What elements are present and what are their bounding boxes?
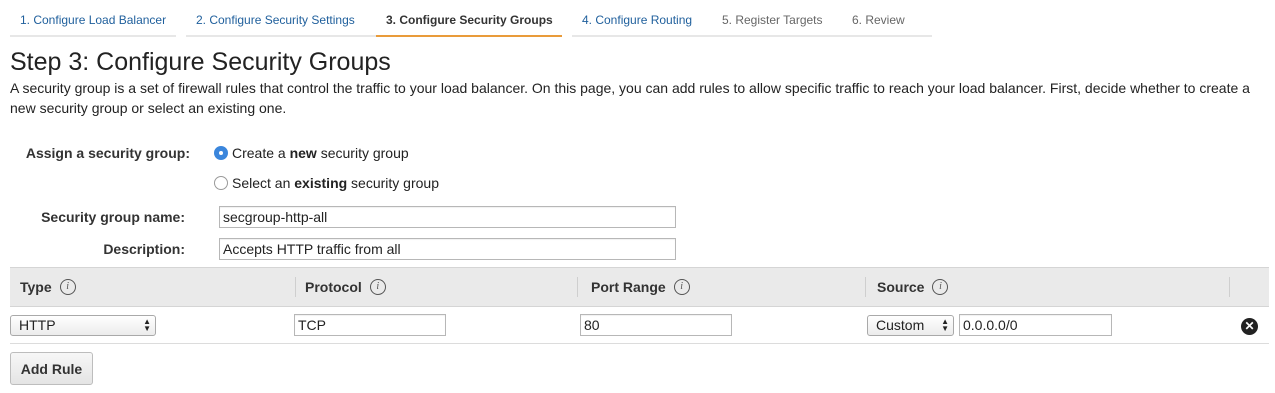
- assign-security-group-label: Assign a security group:: [25, 145, 190, 161]
- header-source-label: Source: [877, 279, 925, 295]
- source-mode-select[interactable]: Custom ▲ ▼: [867, 315, 954, 336]
- header-port-range-label: Port Range: [591, 279, 666, 295]
- info-icon[interactable]: i: [673, 279, 690, 295]
- security-group-name-input[interactable]: [219, 206, 676, 228]
- column-divider: [577, 277, 578, 297]
- rules-table-header: Type i Protocol i Port Range i Source i: [10, 267, 1269, 307]
- column-divider: [295, 277, 296, 297]
- tab-configure-routing[interactable]: 4. Configure Routing: [572, 6, 712, 37]
- radio-existing-bold: existing: [294, 175, 348, 191]
- select-arrows-icon: ▲ ▼: [143, 317, 151, 333]
- info-icon[interactable]: i: [932, 279, 949, 295]
- protocol-input[interactable]: [294, 314, 446, 336]
- header-port-range: Port Range i: [591, 268, 690, 306]
- description-label: Description:: [103, 241, 185, 257]
- description-input[interactable]: [219, 238, 676, 260]
- tab-register-targets: 5. Register Targets: [712, 6, 842, 37]
- row-divider: [10, 343, 1269, 344]
- tab-configure-load-balancer[interactable]: 1. Configure Load Balancer: [10, 6, 176, 37]
- rule-type-select[interactable]: HTTP ▲ ▼: [10, 315, 156, 336]
- source-mode-value: Custom: [876, 317, 925, 333]
- column-divider: [1229, 277, 1230, 297]
- radio-unselected-icon[interactable]: [214, 176, 228, 190]
- source-cidr-input[interactable]: [959, 314, 1112, 336]
- remove-rule-icon[interactable]: ✕: [1241, 318, 1258, 335]
- rule-type-value: HTTP: [19, 317, 56, 333]
- tab-configure-security-settings[interactable]: 2. Configure Security Settings: [186, 6, 376, 37]
- header-protocol: Protocol i: [305, 268, 386, 306]
- tab-review: 6. Review: [842, 6, 932, 37]
- info-icon[interactable]: i: [59, 279, 76, 295]
- radio-existing-prefix: Select an: [232, 175, 295, 191]
- select-arrows-icon: ▲ ▼: [941, 317, 949, 333]
- page-title: Step 3: Configure Security Groups: [10, 48, 391, 76]
- port-range-input[interactable]: [580, 314, 732, 336]
- header-type-label: Type: [20, 279, 52, 295]
- radio-existing-suffix: security group: [347, 175, 439, 191]
- security-group-name-label: Security group name:: [41, 209, 185, 225]
- header-type: Type i: [20, 268, 76, 306]
- header-protocol-label: Protocol: [305, 279, 362, 295]
- tab-configure-security-groups[interactable]: 3. Configure Security Groups: [376, 6, 562, 37]
- radio-create-new-group[interactable]: Create a new security group: [214, 145, 409, 161]
- header-source: Source i: [877, 268, 949, 306]
- radio-create-new-suffix: security group: [316, 145, 409, 161]
- radio-selected-icon[interactable]: [214, 146, 228, 160]
- add-rule-button[interactable]: Add Rule: [10, 352, 93, 385]
- radio-create-new-bold: new: [289, 145, 317, 161]
- radio-select-existing-group[interactable]: Select an existing security group: [214, 175, 439, 191]
- radio-create-new-prefix: Create a: [232, 145, 290, 161]
- page-description: A security group is a set of firewall ru…: [10, 80, 1250, 116]
- info-icon[interactable]: i: [369, 279, 386, 295]
- column-divider: [865, 277, 866, 297]
